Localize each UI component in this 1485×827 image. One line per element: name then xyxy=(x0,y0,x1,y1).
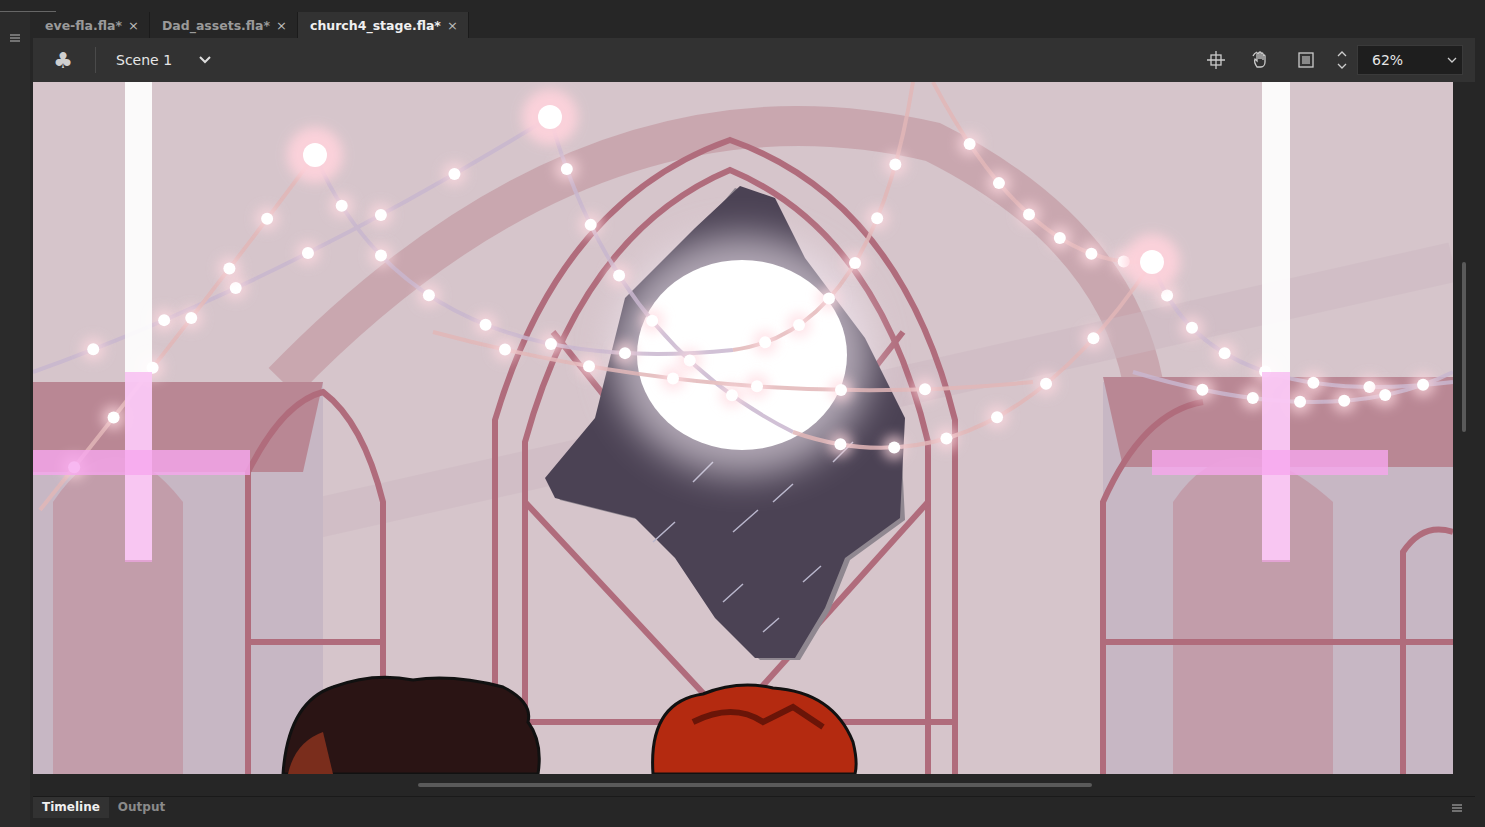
vertical-scrollbar[interactable] xyxy=(1453,82,1475,774)
bottom-panel-tabs: TimelineOutput xyxy=(33,796,1475,827)
stage-canvas[interactable] xyxy=(33,82,1453,774)
tab-label[interactable]: eve-fla.fla* xyxy=(45,18,122,33)
tab-label[interactable]: church4_stage.fla* xyxy=(310,18,441,33)
scene-selector[interactable]: Scene 1 xyxy=(116,52,212,68)
panel-tab[interactable]: Output xyxy=(109,797,174,818)
document-tab[interactable]: eve-fla.fla* × xyxy=(33,12,150,38)
scene-icon[interactable]: ♣ xyxy=(51,48,75,73)
scrollbar-thumb[interactable] xyxy=(1462,262,1466,432)
document-tab[interactable]: church4_stage.fla* × xyxy=(298,12,469,38)
zoom-dropdown-icon[interactable] xyxy=(1446,56,1458,64)
tab-close-button[interactable]: × xyxy=(128,18,139,33)
tab-close-button[interactable]: × xyxy=(447,18,458,33)
right-panel-edge xyxy=(1475,12,1485,827)
chevron-down-icon[interactable] xyxy=(198,55,212,65)
zoom-field[interactable]: 62% xyxy=(1357,45,1463,75)
center-stage-icon[interactable] xyxy=(1207,51,1225,69)
document-tab[interactable]: Dad_assets.fla* × xyxy=(150,12,298,38)
document-area: eve-fla.fla* ×Dad_assets.fla* ×church4_s… xyxy=(30,12,1475,827)
tab-label[interactable]: Dad_assets.fla* xyxy=(162,18,270,33)
app-header-strip xyxy=(0,0,1485,12)
horizontal-scrollbar[interactable] xyxy=(33,774,1475,796)
zoom-stepper-icon[interactable] xyxy=(1337,48,1347,72)
tab-close-button[interactable]: × xyxy=(276,18,287,33)
panel-menu-icon[interactable] xyxy=(1451,803,1463,813)
tools-panel xyxy=(0,12,30,827)
panel-tab[interactable]: Timeline xyxy=(33,797,109,818)
church-artwork xyxy=(33,82,1453,774)
scene-label[interactable]: Scene 1 xyxy=(116,52,172,68)
zoom-value[interactable]: 62% xyxy=(1372,52,1438,68)
document-tabs: eve-fla.fla* ×Dad_assets.fla* ×church4_s… xyxy=(33,12,1475,38)
stage-toolbar: ♣ Scene 1 62% xyxy=(33,38,1475,82)
clip-content-icon[interactable] xyxy=(1297,51,1315,69)
rotate-hand-icon[interactable] xyxy=(1251,50,1271,70)
animate-window: eve-fla.fla* ×Dad_assets.fla* ×church4_s… xyxy=(0,0,1485,827)
panel-menu-icon[interactable] xyxy=(9,33,21,43)
scrollbar-thumb[interactable] xyxy=(418,783,1092,787)
